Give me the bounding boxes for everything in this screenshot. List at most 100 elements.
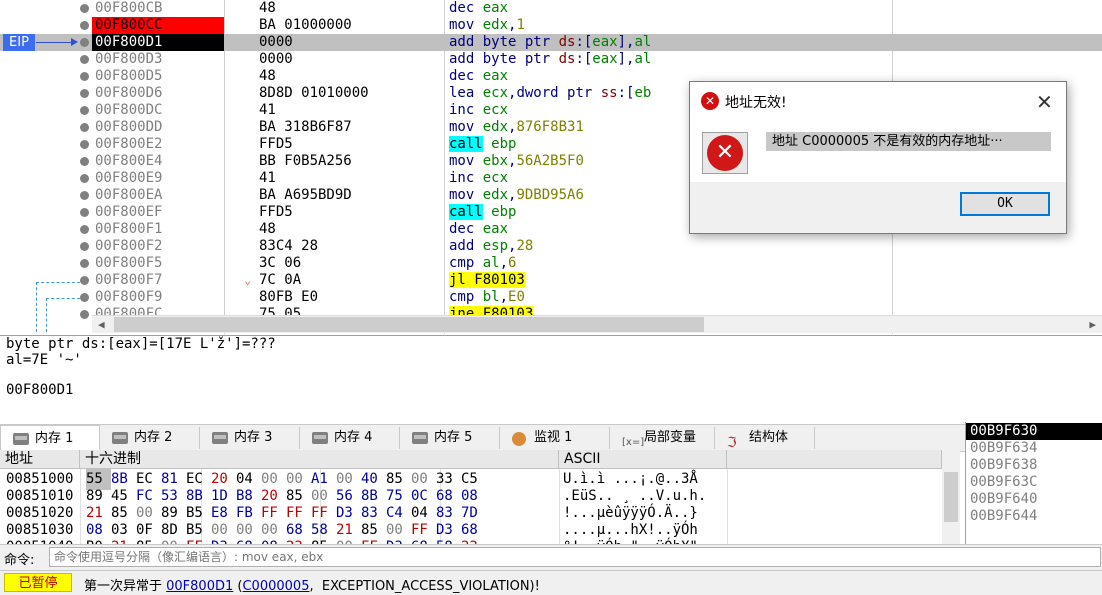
asm-token: :[ [575, 51, 593, 67]
info-pane: byte ptr ds:[eax]=[17E L'ž']=??? al=7E '… [0, 335, 1102, 423]
asm-token: ds [558, 51, 576, 67]
breakpoint-dot-icon[interactable] [80, 38, 89, 47]
exception-address-link[interactable]: 00F800D1 [166, 579, 233, 594]
status-bar: 已暂停 第一次异常于 00F800D1 (C0000005, EXCEPTION… [0, 570, 1102, 595]
asm-token: 876F8B31 [516, 119, 584, 135]
tab-memory-2[interactable]: 内存 2 [100, 427, 200, 449]
exception-code-link[interactable]: C0000005 [242, 579, 309, 594]
tab-struct-8[interactable]: ℑ 结构体 [715, 427, 815, 451]
dialog-body: ✕ 地址 C0000005 不是有效的内存地址··· [690, 120, 1066, 182]
disassembly-row[interactable]: 00F800F7 ⌄ 7C 0A jl F80103 [0, 272, 1102, 289]
asm-token: , [499, 289, 509, 305]
instruction-address: 00F800F7 [95, 272, 163, 288]
breakpoint-dot-icon[interactable] [80, 106, 89, 115]
dialog-titlebar[interactable]: ✕ 地址无效! ✕ [690, 82, 1066, 120]
instruction-bytes: 7C 0A [259, 272, 302, 288]
stack-address[interactable]: 00B9F634 [970, 440, 1037, 457]
asm-token: dec [449, 0, 483, 16]
eip-arrow-icon [36, 38, 78, 46]
breakpoint-dot-icon[interactable] [80, 157, 89, 166]
scroll-left-icon[interactable]: ◀ [98, 318, 105, 331]
asm-token: lea [449, 85, 483, 101]
disassembly-row[interactable]: 00F800D1 0000 add byte ptr ds:[eax],al [0, 34, 1102, 51]
dump-vertical-scrollbar[interactable] [942, 450, 960, 544]
locals-icon: [x=] [622, 437, 645, 448]
instruction-address: 00F800F9 [95, 289, 163, 305]
breakpoint-dot-icon[interactable] [80, 310, 89, 319]
breakpoint-dot-icon[interactable] [80, 140, 89, 149]
breakpoint-dot-icon[interactable] [80, 174, 89, 183]
tab-locals-7[interactable]: [x=] 局部变量 [610, 427, 715, 449]
memory-icon [312, 432, 328, 444]
scrollbar-thumb[interactable] [944, 472, 958, 522]
breakpoint-dot-icon[interactable] [80, 208, 89, 217]
tab-memory-3[interactable]: 内存 3 [200, 427, 300, 449]
memory-dump[interactable]: 地址 十六进制 ASCII 00851000 55 8B EC 81 EC 20 04 00 00… [0, 450, 960, 555]
breakpoint-dot-icon[interactable] [80, 123, 89, 132]
breakpoint-dot-icon[interactable] [80, 225, 89, 234]
tab-label: 内存 5 [434, 430, 473, 445]
instruction-address: 00F800CC [92, 17, 224, 34]
disassembly-row[interactable]: 00F800F5 3C 06 cmp al,6 [0, 255, 1102, 272]
instruction-bytes: 48 [259, 68, 276, 84]
instruction-bytes: FFD5 [259, 204, 293, 220]
instruction-address: 00F800DD [95, 119, 163, 135]
command-input[interactable] [49, 547, 1101, 567]
jump-line [36, 282, 80, 283]
breakpoint-dot-icon[interactable] [80, 21, 89, 30]
scroll-right-icon[interactable]: ▶ [1089, 318, 1096, 331]
breakpoint-dot-icon[interactable] [80, 293, 89, 302]
asm-token: ], [617, 34, 635, 50]
instruction-text: call ebp [449, 204, 516, 221]
paused-badge: 已暂停 [4, 573, 72, 592]
asm-token: al [482, 255, 500, 271]
instruction-address: 00F800D5 [95, 68, 163, 84]
asm-token: , [499, 255, 509, 271]
stack-address[interactable]: 00B9F63C [970, 474, 1037, 491]
instruction-bytes: BB F0B5A256 [259, 153, 352, 169]
instruction-text: jl F80103 [449, 272, 525, 289]
ok-button[interactable]: OK [960, 192, 1050, 216]
asm-token: eax [482, 0, 509, 16]
asm-token: eax [482, 68, 509, 84]
disassembly-row[interactable]: 00F800F9 80FB E0 cmp bl,E0 [0, 289, 1102, 306]
stack-address[interactable]: 00B9F640 [970, 491, 1037, 508]
jump-line [46, 298, 80, 299]
disassembly-row[interactable]: 00F800F2 83C4 28 add esp,28 [0, 238, 1102, 255]
instruction-text: lea ecx,dword ptr ss:[eb [449, 85, 651, 102]
disassembly-row[interactable]: 00F800CB 48 dec eax [0, 0, 1102, 17]
close-icon[interactable]: ✕ [1036, 90, 1053, 114]
stack-address[interactable]: 00B9F638 [970, 457, 1037, 474]
breakpoint-dot-icon[interactable] [80, 55, 89, 64]
breakpoint-dot-icon[interactable] [80, 259, 89, 268]
instruction-text: dec eax [449, 221, 508, 238]
disassembly-horizontal-scrollbar[interactable]: ◀ ▶ [92, 315, 1102, 333]
tab-memory-5[interactable]: 内存 5 [400, 427, 500, 449]
instruction-bytes: 3C 06 [259, 255, 302, 271]
tab-memory-4[interactable]: 内存 4 [300, 427, 400, 449]
instruction-bytes: 0000 [259, 51, 293, 67]
breakpoint-dot-icon[interactable] [80, 276, 89, 285]
asm-token: inc [449, 170, 483, 186]
tab-watch-6[interactable]: 监视 1 [500, 427, 610, 449]
scrollbar-thumb[interactable] [114, 317, 704, 332]
breakpoint-dot-icon[interactable] [80, 242, 89, 251]
stack-address[interactable]: 00B9F630 [966, 423, 1102, 440]
asm-token: ], [617, 51, 635, 67]
instruction-address: 00F800D3 [95, 51, 163, 67]
breakpoint-dot-icon[interactable] [80, 72, 89, 81]
tab-memory-1[interactable]: 内存 1 [0, 425, 100, 451]
asm-token: add byte ptr [449, 34, 559, 50]
asm-token: 28 [516, 238, 534, 254]
breakpoint-dot-icon[interactable] [80, 89, 89, 98]
asm-token: ebp [491, 136, 517, 152]
command-label: 命令: [4, 553, 35, 568]
instruction-text: dec eax [449, 68, 508, 85]
disassembly-row[interactable]: 00F800D3 0000 add byte ptr ds:[eax],al [0, 51, 1102, 68]
asm-token: eax [482, 221, 509, 237]
breakpoint-dot-icon[interactable] [80, 4, 89, 13]
disassembly-row[interactable]: 00F800CC BA 01000000 mov edx,1 [0, 17, 1102, 34]
stack-address[interactable]: 00B9F644 [970, 508, 1037, 525]
stack-panel[interactable]: 00B9F630 00B9F634 00B9F638 00B9F63C 00B9F640… [965, 422, 1102, 544]
breakpoint-dot-icon[interactable] [80, 191, 89, 200]
